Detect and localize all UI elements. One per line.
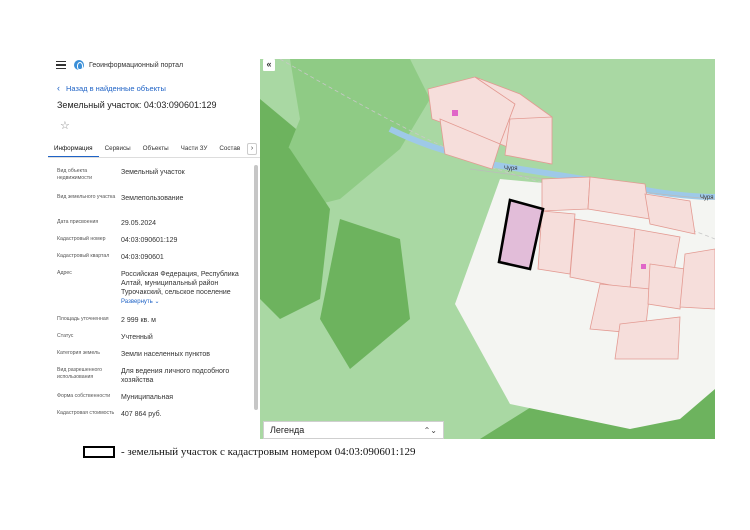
property-label: Статус xyxy=(57,333,74,339)
tab-composition[interactable]: Состав xyxy=(213,140,246,157)
property-label: Вид земельного участка xyxy=(57,194,116,200)
property-value: Для ведения личного подсобного хозяйства xyxy=(121,368,230,384)
address-value: Российская Федерация, Республика Алтай, … xyxy=(121,270,247,307)
parcel[interactable] xyxy=(537,210,576,275)
panel-scrollbar[interactable] xyxy=(254,165,258,410)
menu-icon[interactable] xyxy=(56,61,66,69)
property-value: Российская Федерация, Республика Алтай, … xyxy=(121,271,239,296)
property-value: 407 864 руб. xyxy=(121,411,162,418)
map-caption: - земельный участок с кадастровым номеро… xyxy=(83,446,415,458)
tab-services[interactable]: Сервисы xyxy=(99,140,137,157)
property-value: Учтенный xyxy=(121,334,153,341)
road-label: Чуря xyxy=(504,166,517,172)
property-label: Вид объекта недвижимости xyxy=(57,168,93,181)
portal-title: Геоинформационный портал xyxy=(89,61,184,69)
building-marker xyxy=(452,110,458,116)
chevron-left-icon: ‹ xyxy=(57,83,60,93)
property-label: Форма собственности xyxy=(57,393,111,399)
collapse-panel-button[interactable]: « xyxy=(263,59,275,71)
property-value: Земельный участок xyxy=(121,169,185,176)
panel-header: Геоинформационный портал xyxy=(56,58,183,72)
building-marker xyxy=(641,264,646,269)
road-label: Чуря xyxy=(700,195,713,201)
tab-parcel-parts[interactable]: Части ЗУ xyxy=(175,140,214,157)
property-label: Адрес xyxy=(57,270,72,276)
property-label: Кадастровая стоимость xyxy=(57,410,115,416)
map-canvas[interactable]: Чуря Чуря xyxy=(260,59,715,439)
tab-bar: Информация Сервисы Объекты Части ЗУ Сост… xyxy=(48,140,260,158)
property-value: Муниципальная xyxy=(121,394,174,401)
tabs-scroll-right-button[interactable]: › xyxy=(247,143,257,155)
legend-dropdown[interactable]: Легенда ⌃⌄ xyxy=(263,421,444,439)
property-value: 29.05.2024 xyxy=(121,220,157,227)
chevron-updown-icon: ⌃⌄ xyxy=(423,425,437,435)
expand-address-link[interactable]: Развернуть ⌄ xyxy=(121,299,160,305)
property-label: Кадастровый квартал xyxy=(57,253,110,259)
back-to-results-link[interactable]: ‹ Назад в найденные объекты xyxy=(57,83,166,94)
parcel[interactable] xyxy=(569,218,636,290)
info-panel: Геоинформационный портал ‹ Назад в найде… xyxy=(48,52,260,442)
property-label: Площадь уточненная xyxy=(57,316,109,322)
map-view[interactable]: Чуря Чуря xyxy=(260,59,715,439)
property-value: 2 999 кв. м xyxy=(121,317,156,324)
property-value: Земли населенных пунктов xyxy=(121,351,211,358)
property-value: 04:03:090601:129 xyxy=(121,237,178,244)
property-label: Кадастровый номер xyxy=(57,236,106,242)
back-link-label: Назад в найденные объекты xyxy=(66,84,166,93)
tab-objects[interactable]: Объекты xyxy=(137,140,175,157)
property-label: Дата присвоения xyxy=(57,219,99,225)
object-title: Земельный участок: 04:03:090601:129 xyxy=(57,100,217,110)
legend-swatch xyxy=(83,446,115,458)
portal-logo-icon xyxy=(74,60,84,70)
tab-information[interactable]: Информация xyxy=(48,140,99,157)
parcel[interactable] xyxy=(679,248,715,310)
legend-label: Легенда xyxy=(270,425,305,435)
property-label: Категория земель xyxy=(57,350,100,356)
parcel[interactable] xyxy=(647,263,686,310)
property-value: Землепользование xyxy=(121,195,184,202)
property-value: 04:03:090601 xyxy=(121,254,164,261)
parcel[interactable] xyxy=(541,176,591,212)
favorite-star-icon[interactable]: ☆ xyxy=(60,119,70,132)
caption-text: - земельный участок с кадастровым номеро… xyxy=(121,446,416,458)
property-label: Вид разрешенного использования xyxy=(57,367,103,380)
parcel[interactable] xyxy=(614,316,681,360)
